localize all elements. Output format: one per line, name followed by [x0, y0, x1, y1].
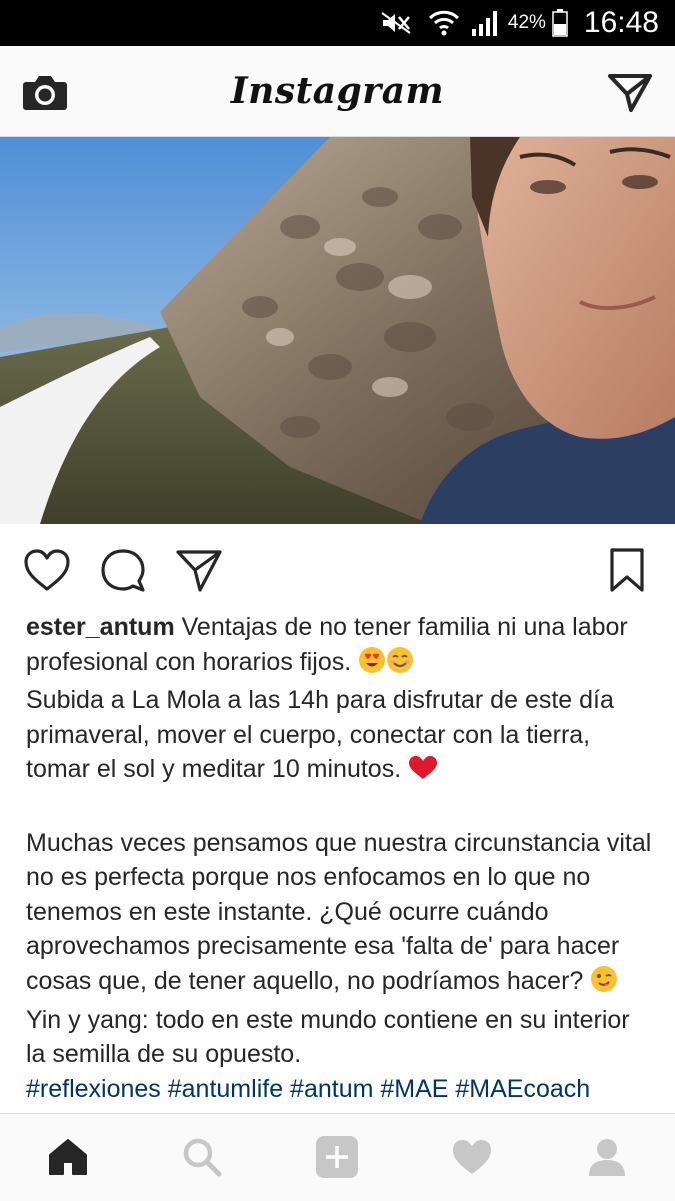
- caption-paragraph-4: Yin y yang: todo en este mundo contiene …: [26, 1005, 630, 1069]
- red-heart-emoji: [408, 755, 438, 791]
- share-icon[interactable]: [174, 546, 224, 596]
- hashtags[interactable]: #reflexiones #antumlife #antum #MAE #MAE…: [26, 1072, 656, 1107]
- home-icon[interactable]: [44, 1134, 92, 1180]
- mute-icon: [380, 11, 414, 35]
- app-header: Instagram: [0, 46, 675, 137]
- signal-icon: [470, 9, 500, 37]
- post-caption: ester_antum Ventajas de no tener familia…: [26, 610, 656, 1113]
- activity-heart-icon[interactable]: [448, 1134, 496, 1180]
- status-bar: 42% 16:48: [0, 0, 675, 46]
- post-username[interactable]: ester_antum: [26, 613, 175, 641]
- post-actions: [0, 524, 675, 614]
- direct-message-icon[interactable]: [607, 72, 653, 114]
- profile-icon[interactable]: [583, 1134, 631, 1180]
- caption-paragraph-1: ester_antum Ventajas de no tener familia…: [26, 610, 656, 683]
- heart-eyes-emoji: [358, 646, 386, 684]
- battery-percentage: 42%: [507, 12, 546, 33]
- caption-paragraph-2: Subida a La Mola a las 14h para disfruta…: [26, 683, 656, 791]
- heart-icon[interactable]: [22, 546, 72, 596]
- add-icon[interactable]: [313, 1134, 361, 1180]
- clock: 16:48: [583, 6, 659, 39]
- winking-emoji: [590, 965, 618, 1003]
- smiling-emoji: [386, 646, 414, 684]
- instagram-logo: Instagram: [230, 70, 445, 112]
- bookmark-icon[interactable]: [602, 546, 652, 596]
- comment-icon[interactable]: [98, 546, 148, 596]
- post-photo[interactable]: [0, 137, 675, 524]
- caption-paragraph-3: Muchas veces pensamos que nuestra circun…: [26, 826, 656, 1003]
- search-icon[interactable]: [178, 1134, 226, 1180]
- battery-icon: [552, 9, 568, 37]
- bottom-navigation: [0, 1113, 675, 1201]
- wifi-icon: [428, 10, 460, 36]
